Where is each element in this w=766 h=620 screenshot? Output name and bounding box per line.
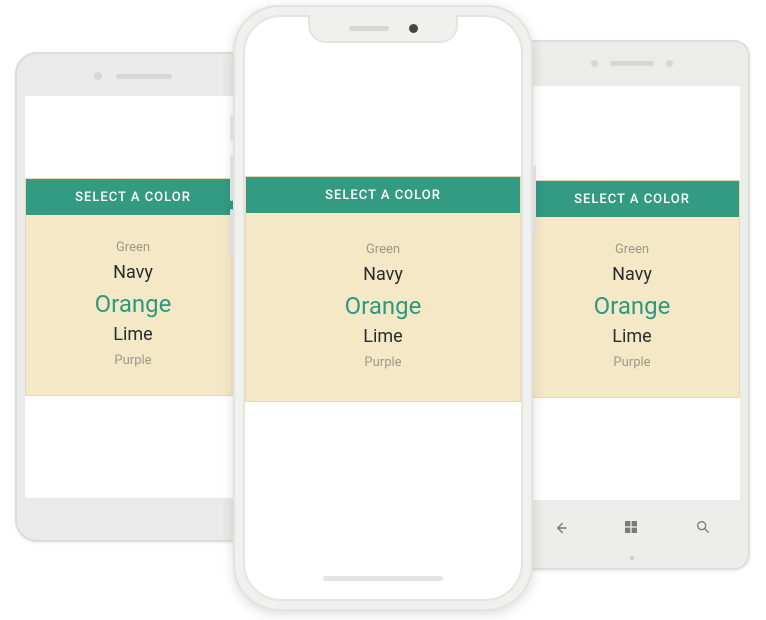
device-android-frame: SELECT A COLOR Green Navy Orange Lime Pu… [15, 52, 251, 542]
picker-item[interactable]: Purple [613, 356, 650, 369]
nav-indicator-icon [630, 556, 634, 560]
picker-wheel[interactable]: Green Navy Orange Lime Purple [26, 215, 240, 395]
picker-item-selected[interactable]: Orange [345, 294, 422, 318]
picker-item[interactable]: Green [366, 243, 400, 256]
device-screen: SELECT A COLOR Green Navy Orange Lime Pu… [25, 96, 241, 498]
picker-wheel[interactable]: Green Navy Orange Lime Purple [246, 213, 520, 401]
front-camera-icon [591, 60, 598, 67]
windows-nav-bar [524, 508, 740, 548]
front-camera-icon [409, 24, 418, 33]
search-icon[interactable] [695, 519, 713, 537]
mute-switch[interactable] [230, 115, 233, 141]
picker-item[interactable]: Green [615, 243, 649, 256]
picker-header: SELECT A COLOR [246, 177, 520, 213]
picker-item-selected[interactable]: Orange [594, 294, 671, 318]
picker-item[interactable]: Lime [363, 328, 402, 346]
device-sensors [514, 60, 750, 67]
windows-start-icon[interactable] [623, 519, 641, 537]
earpiece-speaker-icon [610, 61, 654, 66]
picker-header: SELECT A COLOR [26, 179, 240, 215]
picker-item[interactable]: Lime [113, 326, 152, 344]
picker-item[interactable]: Purple [364, 356, 401, 369]
power-button[interactable] [533, 165, 536, 235]
back-icon[interactable] [551, 519, 569, 537]
color-picker[interactable]: SELECT A COLOR Green Navy Orange Lime Pu… [245, 176, 521, 402]
earpiece-speaker-icon [116, 74, 172, 79]
picker-item[interactable]: Navy [612, 266, 652, 284]
picker-item[interactable]: Purple [114, 354, 151, 367]
device-screen: SELECT A COLOR Green Navy Orange Lime Pu… [524, 86, 740, 500]
picker-item[interactable]: Lime [612, 328, 651, 346]
volume-down-button[interactable] [230, 209, 233, 255]
notch [308, 15, 458, 43]
device-sensors [15, 72, 251, 80]
picker-item[interactable]: Green [116, 241, 150, 254]
picker-item[interactable]: Navy [113, 264, 153, 282]
device-bezel: SELECT A COLOR Green Navy Orange Lime Pu… [243, 15, 523, 601]
device-screen: SELECT A COLOR Green Navy Orange Lime Pu… [245, 17, 521, 599]
device-ios-frame: SELECT A COLOR Green Navy Orange Lime Pu… [233, 5, 533, 611]
color-picker[interactable]: SELECT A COLOR Green Navy Orange Lime Pu… [524, 180, 740, 398]
earpiece-speaker-icon [349, 26, 389, 31]
volume-up-button[interactable] [230, 155, 233, 201]
home-indicator[interactable] [323, 576, 443, 581]
picker-item[interactable]: Navy [363, 266, 403, 284]
picker-header: SELECT A COLOR [525, 181, 739, 217]
sensor-icon [666, 60, 673, 67]
picker-item-selected[interactable]: Orange [95, 292, 172, 316]
picker-wheel[interactable]: Green Navy Orange Lime Purple [525, 217, 739, 397]
color-picker[interactable]: SELECT A COLOR Green Navy Orange Lime Pu… [25, 178, 241, 396]
device-windows-frame: SELECT A COLOR Green Navy Orange Lime Pu… [514, 40, 750, 570]
front-camera-icon [94, 72, 102, 80]
